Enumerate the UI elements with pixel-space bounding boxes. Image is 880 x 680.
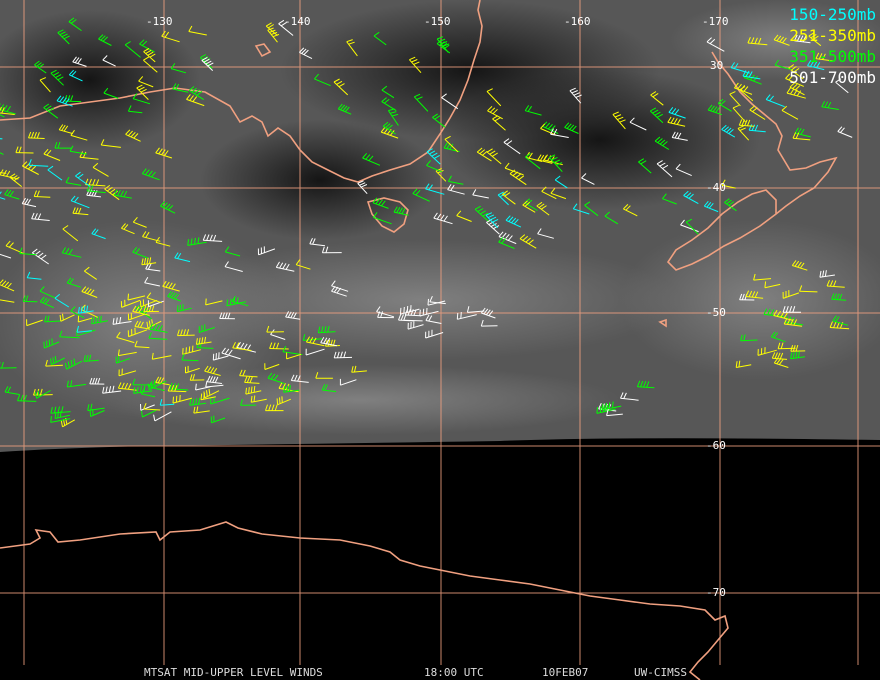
longitude-label: -170 [702,15,729,28]
longitude-label: -140 [284,15,311,28]
longitude-label: -130 [146,15,173,28]
antarctica-coast [0,521,729,680]
date-label: 10FEB07 [542,666,589,679]
longitude-label: -150 [424,15,451,28]
source-label: UW-CIMSS [634,666,687,679]
latitude-label: 30 [710,59,724,72]
time-label: 18:00 UTC [424,666,484,679]
wind-map: -130 -140 -150 -160 -170 30 -40 -50 -60 … [0,0,880,680]
footer-bar: MTSAT MID-UPPER LEVEL WINDS 18:00 UTC 10… [0,666,880,679]
legend-entry-501-700mb: 501-700mb [789,68,876,87]
latitude-label: -70 [706,586,726,599]
latitude-label: -40 [706,181,726,194]
legend-entry-150-250mb: 150-250mb [789,5,876,24]
product-title: MTSAT MID-UPPER LEVEL WINDS [144,666,323,679]
latitude-label: -60 [706,439,726,452]
legend-entry-251-350mb: 251-350mb [789,26,876,45]
satellite-imagery [0,0,880,680]
latitude-label: -50 [706,306,726,319]
legend-entry-351-500mb: 351-500mb [789,47,876,66]
pressure-legend: 150-250mb 251-350mb 351-500mb 501-700mb [789,4,876,88]
longitude-label: -160 [564,15,591,28]
cloud-band [100,365,620,435]
